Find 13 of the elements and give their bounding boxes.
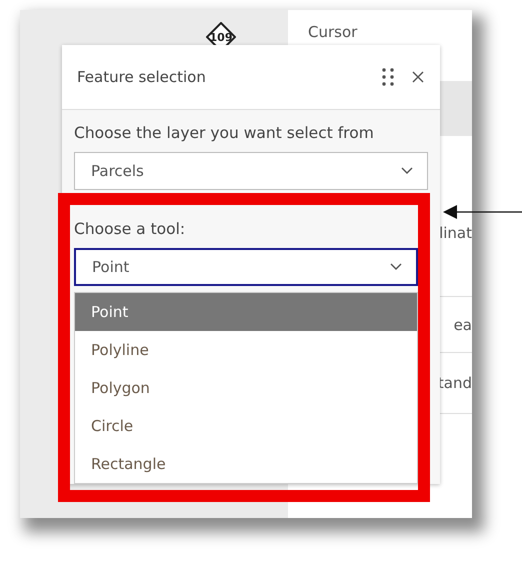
panel-item-label[interactable]: Cursor	[308, 23, 358, 41]
chevron-down-icon	[390, 263, 402, 271]
tool-select[interactable]: Point	[74, 248, 418, 286]
layer-label: Choose the layer you want select from	[74, 124, 375, 142]
layer-select[interactable]: Parcels	[74, 152, 428, 190]
chevron-down-icon	[401, 167, 413, 175]
panel-item-label[interactable]: ea	[454, 316, 472, 334]
panel-item-label[interactable]: linat	[439, 224, 472, 242]
dialog-title: Feature selection	[77, 68, 207, 86]
tool-option[interactable]: Point	[75, 293, 417, 331]
drag-handle-icon[interactable]	[380, 66, 396, 88]
close-icon[interactable]	[410, 69, 426, 85]
tool-label: Choose a tool:	[74, 220, 186, 238]
